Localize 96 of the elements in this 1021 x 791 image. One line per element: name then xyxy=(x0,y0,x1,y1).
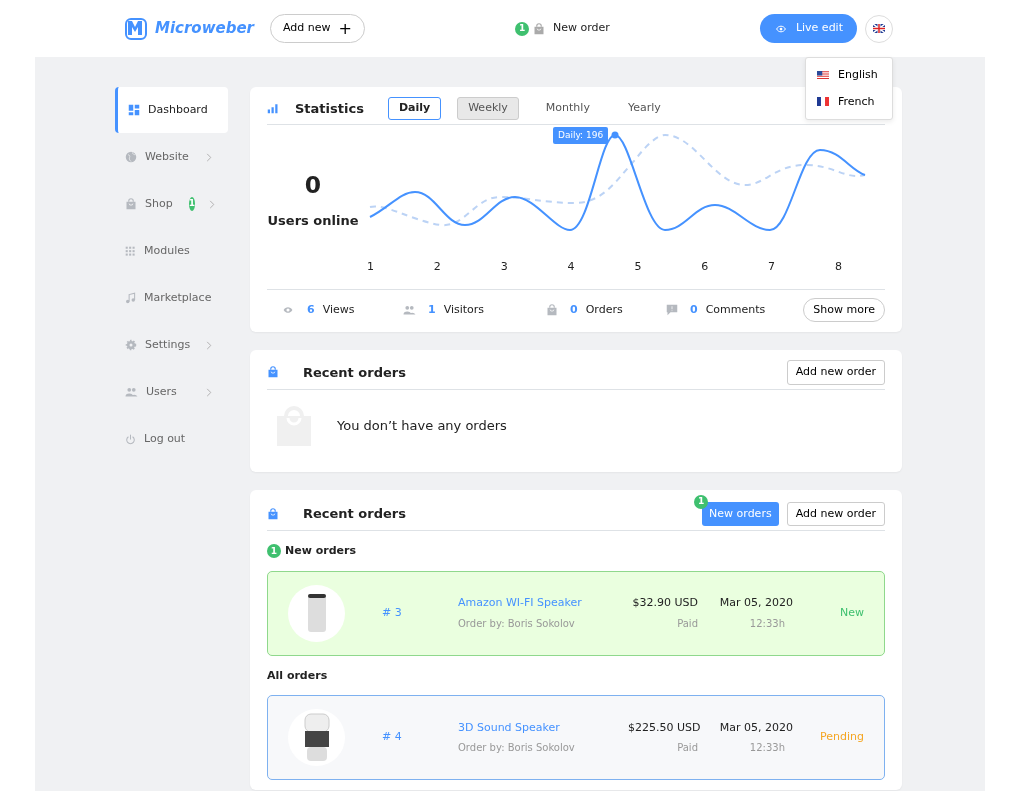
axis-label: 4 xyxy=(567,258,575,275)
period-tab[interactable]: Weekly xyxy=(457,97,519,120)
count-badge: 1 xyxy=(694,494,709,509)
order-time: 12:33h xyxy=(748,616,785,631)
order-date: Mar 05, 2020 xyxy=(718,595,793,612)
axis-label: 1 xyxy=(367,258,374,275)
users-online-label: Users online xyxy=(267,212,359,231)
order-price: $225.50 USD xyxy=(628,719,698,736)
section-title: New orders xyxy=(285,543,356,559)
count-badge: 1 xyxy=(515,21,529,36)
music-note-icon xyxy=(125,292,136,304)
order-date: Mar 05, 2020 xyxy=(718,719,793,736)
users-icon xyxy=(403,303,416,316)
language-button[interactable] xyxy=(865,14,893,43)
users-icon xyxy=(125,386,138,398)
show-more-button[interactable]: Show more xyxy=(803,297,885,322)
logo-text: Microweber xyxy=(155,18,254,40)
sidebar-item-label: Marketplace xyxy=(144,289,212,306)
add-new-button[interactable]: Add new + xyxy=(270,14,365,43)
flag-icon xyxy=(817,70,829,80)
card-title: Statistics xyxy=(295,99,364,118)
count-badge: 1 xyxy=(188,197,195,211)
sidebar-item[interactable]: Settings xyxy=(115,322,228,368)
logo-icon xyxy=(125,17,147,40)
card-title: Recent orders xyxy=(303,363,406,382)
shopping-bag-icon xyxy=(533,22,545,35)
sidebar-item-label: Settings xyxy=(145,336,191,353)
sidebar-item[interactable]: Shop 1 xyxy=(115,181,228,227)
empty-message: You don’t have any orders xyxy=(337,416,507,435)
order-price: $32.90 USD xyxy=(631,595,698,612)
customer-name: Order by: Boris Sokolov xyxy=(458,741,576,756)
notification-text: New order xyxy=(553,20,610,37)
order-status: Pending xyxy=(820,729,864,746)
stat-label: Orders xyxy=(585,301,623,318)
payment-status: Paid xyxy=(676,616,698,631)
add-new-order-button[interactable]: Add new order xyxy=(786,501,885,526)
data-point xyxy=(611,131,619,138)
order-time: 12:33h xyxy=(748,741,785,756)
period-tab[interactable]: Yearly xyxy=(616,97,672,120)
speaker-drawing xyxy=(306,592,327,634)
comment-icon xyxy=(666,303,678,316)
sidebar-item[interactable]: Log out xyxy=(115,416,228,462)
stat-value: 0 xyxy=(570,301,578,318)
stat-label: Views xyxy=(322,301,355,318)
users-online-count: 0 xyxy=(304,170,322,202)
stat-label: Visitors xyxy=(443,301,485,318)
axis-label: 5 xyxy=(634,258,642,275)
sidebar-item-label: Modules xyxy=(144,242,190,259)
shopping-bag-icon xyxy=(267,366,279,379)
language-option[interactable]: English xyxy=(806,62,892,89)
shopping-bag-icon xyxy=(546,303,558,316)
shopping-bag-icon xyxy=(125,198,137,210)
sidebar-item[interactable]: Users xyxy=(115,369,228,415)
stat-value: 1 xyxy=(428,301,436,318)
sidebar-item[interactable]: Dashboard xyxy=(115,87,228,133)
payment-status: Paid xyxy=(676,741,698,756)
stat-value: 0 xyxy=(690,301,698,318)
sidebar-item-label: Users xyxy=(146,383,177,400)
stat-value: 6 xyxy=(307,301,315,318)
add-new-order-button[interactable]: Add new order xyxy=(786,360,885,385)
globe-icon xyxy=(125,151,137,163)
section-title: All orders xyxy=(267,667,328,684)
axis-label: 2 xyxy=(433,258,441,275)
plus-icon: + xyxy=(338,20,352,37)
period-tab[interactable]: Daily xyxy=(387,97,442,120)
axis-label: 3 xyxy=(500,258,508,275)
axis-label: 7 xyxy=(768,258,776,275)
speaker-drawing xyxy=(303,712,330,763)
sidebar-item[interactable]: Marketplace xyxy=(115,275,228,321)
sidebar-item-label: Shop xyxy=(145,195,173,212)
sidebar-item-label: Log out xyxy=(144,430,186,447)
power-icon xyxy=(125,433,136,445)
axis-label: 8 xyxy=(834,258,842,275)
grid-icon xyxy=(125,245,136,257)
new-order-notification[interactable]: 1 New order xyxy=(515,20,610,37)
period-tab[interactable]: Monthly xyxy=(534,97,601,120)
stat-label: Comments xyxy=(705,301,766,318)
sidebar-item[interactable]: Website xyxy=(115,134,228,180)
customer-name: Order by: Boris Sokolov xyxy=(458,616,576,631)
settings-icon xyxy=(125,339,137,351)
axis-label: 6 xyxy=(701,258,709,275)
count-badge: 1 xyxy=(267,544,281,559)
flag-icon xyxy=(817,97,829,107)
chart-tooltip: Daily: 196 xyxy=(553,126,609,144)
sidebar-item-label: Website xyxy=(145,148,189,165)
card-title: Recent orders xyxy=(303,505,406,523)
order-status: New xyxy=(840,604,864,621)
eye-icon xyxy=(281,304,295,315)
sidebar-item[interactable]: Modules xyxy=(115,228,228,274)
sidebar-item-label: Dashboard xyxy=(148,101,208,118)
bar-chart-icon xyxy=(267,102,279,115)
language-option[interactable]: French xyxy=(806,88,892,115)
flag-icon xyxy=(873,24,885,33)
dashboard-icon xyxy=(128,104,140,116)
eye-icon xyxy=(773,23,788,34)
shopping-bag-icon xyxy=(267,507,279,520)
